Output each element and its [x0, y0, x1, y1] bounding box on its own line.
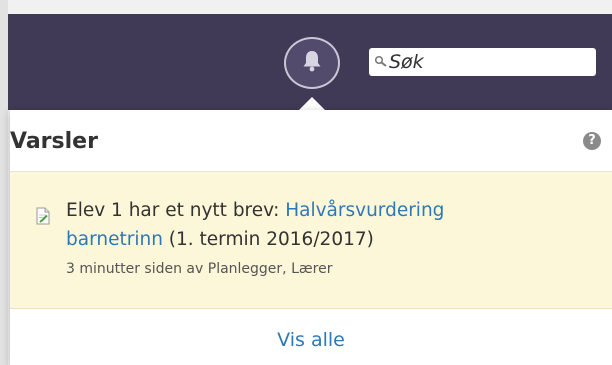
notification-item[interactable]: Elev 1 har et nytt brev: Halvårsvurderin… — [10, 172, 612, 309]
notifications-bell-button[interactable] — [284, 37, 340, 89]
search-field[interactable] — [369, 48, 596, 76]
notification-text-line-1: Elev 1 har et nytt brev: Halvårsvurderin… — [66, 200, 444, 221]
search-input[interactable] — [388, 49, 588, 75]
panel-title: Varsler — [10, 129, 98, 154]
notification-suffix: (1. termin 2016/2017) — [162, 229, 374, 250]
search-icon — [374, 55, 388, 69]
help-icon[interactable]: ? — [583, 132, 601, 150]
notifications-panel: Varsler ? Elev 1 har et nytt brev: Halvå… — [10, 110, 612, 365]
notification-link-continued[interactable]: barnetrinn — [66, 229, 163, 250]
page-background-edge — [0, 0, 8, 365]
document-icon — [34, 207, 52, 225]
notification-link[interactable]: Halvårsvurdering — [285, 200, 444, 221]
bell-icon — [301, 49, 323, 78]
notification-meta: 3 minutter siden av Planlegger, Lærer — [66, 261, 333, 277]
notification-prefix: Elev 1 har et nytt brev: — [66, 200, 286, 221]
panel-header: Varsler ? — [10, 110, 612, 172]
view-all-link[interactable]: Vis alle — [10, 309, 612, 365]
notification-text-line-2: barnetrinn (1. termin 2016/2017) — [66, 229, 374, 250]
dropdown-pointer — [298, 97, 326, 111]
